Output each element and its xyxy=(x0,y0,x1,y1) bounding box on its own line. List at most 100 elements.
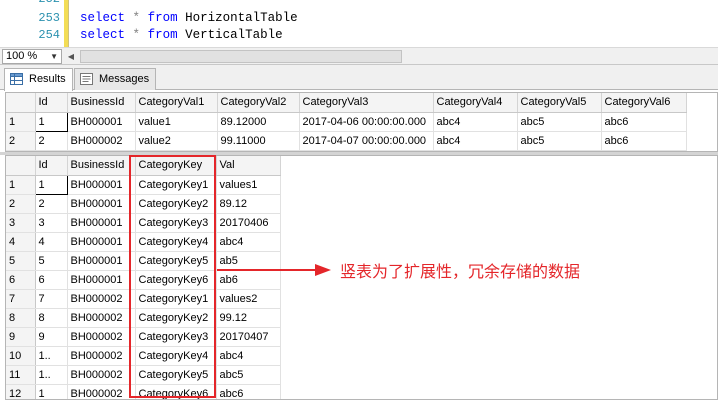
table-cell[interactable]: value1 xyxy=(135,112,218,132)
row-number[interactable]: 10 xyxy=(6,346,36,366)
grid-corner[interactable] xyxy=(6,93,36,113)
row-number[interactable]: 12 xyxy=(6,384,36,399)
table-cell[interactable]: BH000001 xyxy=(67,213,136,233)
table-cell[interactable]: 1 xyxy=(35,384,68,399)
line-number: 252 xyxy=(0,0,60,6)
line-number: 254 xyxy=(38,28,60,42)
row-number[interactable]: 4 xyxy=(6,232,36,252)
column-header[interactable]: CategoryVal1 xyxy=(135,93,218,113)
line-number-gutter: 252 253 254 xyxy=(0,0,64,47)
horizontal-scrollbar[interactable] xyxy=(80,50,700,63)
row-number[interactable]: 2 xyxy=(6,194,36,214)
table-cell[interactable]: 7 xyxy=(35,289,68,309)
grid-corner[interactable] xyxy=(6,156,36,176)
table-cell[interactable]: 89.12000 xyxy=(217,112,300,132)
table-cell[interactable]: 99.11000 xyxy=(217,131,300,151)
row-number[interactable]: 9 xyxy=(6,327,36,347)
scrollbar-thumb[interactable] xyxy=(80,50,402,63)
column-header[interactable]: Id xyxy=(35,93,68,113)
table-cell[interactable]: abc4 xyxy=(216,346,281,366)
table-cell[interactable]: 20170406 xyxy=(216,213,281,233)
column-header[interactable]: CategoryVal4 xyxy=(433,93,518,113)
table-cell[interactable]: 3 xyxy=(35,213,68,233)
results-grid-horizontal[interactable]: Id BusinessId CategoryVal1 CategoryVal2 … xyxy=(5,92,718,152)
sql-editor[interactable]: 252 253 254 select * from HorizontalTabl… xyxy=(0,0,718,47)
tab-results[interactable]: Results xyxy=(4,68,73,91)
column-header[interactable]: BusinessId xyxy=(67,93,136,113)
row-number[interactable]: 6 xyxy=(6,270,36,290)
table-cell[interactable]: value2 xyxy=(135,131,218,151)
table-cell[interactable]: 6 xyxy=(35,270,68,290)
table-cell[interactable]: abc6 xyxy=(601,112,687,132)
row-number[interactable]: 3 xyxy=(6,213,36,233)
table-cell[interactable]: values1 xyxy=(216,175,281,195)
table-name: HorizontalTable xyxy=(185,11,298,25)
table-name: VerticalTable xyxy=(185,28,283,42)
table-cell[interactable]: BH000002 xyxy=(67,365,136,385)
row-number[interactable]: 8 xyxy=(6,308,36,328)
row-number[interactable]: 2 xyxy=(6,131,36,151)
table-row[interactable]: 2 2 BH000002 value2 99.11000 2017-04-07 … xyxy=(6,131,687,151)
column-header[interactable]: CategoryVal2 xyxy=(217,93,300,113)
table-cell[interactable]: 89.12 xyxy=(216,194,281,214)
column-header[interactable]: BusinessId xyxy=(67,156,136,176)
table-cell[interactable]: BH000002 xyxy=(67,308,136,328)
table-row[interactable]: 1 1 BH000001 value1 89.12000 2017-04-06 … xyxy=(6,111,687,132)
table-cell[interactable]: 1.. xyxy=(35,365,68,385)
row-number[interactable]: 7 xyxy=(6,289,36,309)
keyword-select: select xyxy=(80,11,126,25)
table-cell[interactable]: 9 xyxy=(35,327,68,347)
table-cell[interactable]: abc6 xyxy=(216,384,281,399)
table-cell[interactable]: 99.12 xyxy=(216,308,281,328)
table-cell[interactable]: 8 xyxy=(35,308,68,328)
table-cell[interactable]: abc4 xyxy=(216,232,281,252)
row-number[interactable]: 5 xyxy=(6,251,36,271)
code-line[interactable]: select * from HorizontalTable xyxy=(80,11,298,25)
table-cell[interactable]: abc4 xyxy=(433,112,518,132)
table-cell[interactable]: BH000001 xyxy=(67,194,136,214)
table-cell[interactable]: 4 xyxy=(35,232,68,252)
table-cell[interactable]: abc6 xyxy=(601,131,687,151)
table-cell[interactable]: BH000001 xyxy=(67,251,136,271)
table-cell[interactable]: BH000001 xyxy=(67,112,136,132)
table-cell[interactable]: abc5 xyxy=(216,365,281,385)
chevron-down-icon[interactable]: ▼ xyxy=(50,50,58,63)
table-cell[interactable]: BH000002 xyxy=(67,346,136,366)
code-line[interactable]: select * from VerticalTable xyxy=(80,28,283,42)
row-number[interactable]: 1 xyxy=(6,175,36,195)
row-number[interactable]: 11 xyxy=(6,365,36,385)
row-number[interactable]: 1 xyxy=(6,112,36,132)
table-cell[interactable]: 20170407 xyxy=(216,327,281,347)
column-header[interactable]: Id xyxy=(35,156,68,176)
table-cell[interactable]: 1 xyxy=(34,174,68,195)
table-cell[interactable]: abc4 xyxy=(433,131,518,151)
table-cell[interactable]: BH000001 xyxy=(67,175,136,195)
table-cell[interactable]: BH000002 xyxy=(67,131,136,151)
column-header[interactable]: Val xyxy=(216,156,281,176)
column-header[interactable]: CategoryVal5 xyxy=(517,93,602,113)
table-cell[interactable]: 5 xyxy=(35,251,68,271)
table-cell[interactable]: 2 xyxy=(35,131,68,151)
change-tracking-bar xyxy=(64,0,69,47)
table-cell[interactable]: 2 xyxy=(35,194,68,214)
tab-messages[interactable]: Messages xyxy=(74,68,157,90)
table-cell[interactable]: BH000002 xyxy=(67,327,136,347)
table-cell[interactable]: 2017-04-07 00:00:00.000 xyxy=(299,131,434,151)
table-cell[interactable]: 1 xyxy=(34,111,68,132)
table-cell[interactable]: BH000001 xyxy=(67,232,136,252)
table-cell[interactable]: values2 xyxy=(216,289,281,309)
column-header[interactable]: CategoryVal3 xyxy=(299,93,434,113)
column-header[interactable]: CategoryVal6 xyxy=(601,93,687,113)
table-cell[interactable]: 2017-04-06 00:00:00.000 xyxy=(299,112,434,132)
scroll-left-icon[interactable]: ◀ xyxy=(64,49,78,64)
table-cell[interactable]: 1.. xyxy=(35,346,68,366)
messages-icon xyxy=(80,73,93,85)
table-cell[interactable]: BH000002 xyxy=(67,289,136,309)
table-cell[interactable]: BH000001 xyxy=(67,270,136,290)
table-cell[interactable]: abc5 xyxy=(517,131,602,151)
arrow-right-icon xyxy=(217,264,331,276)
zoom-select[interactable]: 100 % ▼ xyxy=(2,49,62,64)
table-cell[interactable]: abc5 xyxy=(517,112,602,132)
table-cell[interactable]: BH000002 xyxy=(67,384,136,399)
grid-header-row: Id BusinessId CategoryVal1 CategoryVal2 … xyxy=(6,93,687,113)
